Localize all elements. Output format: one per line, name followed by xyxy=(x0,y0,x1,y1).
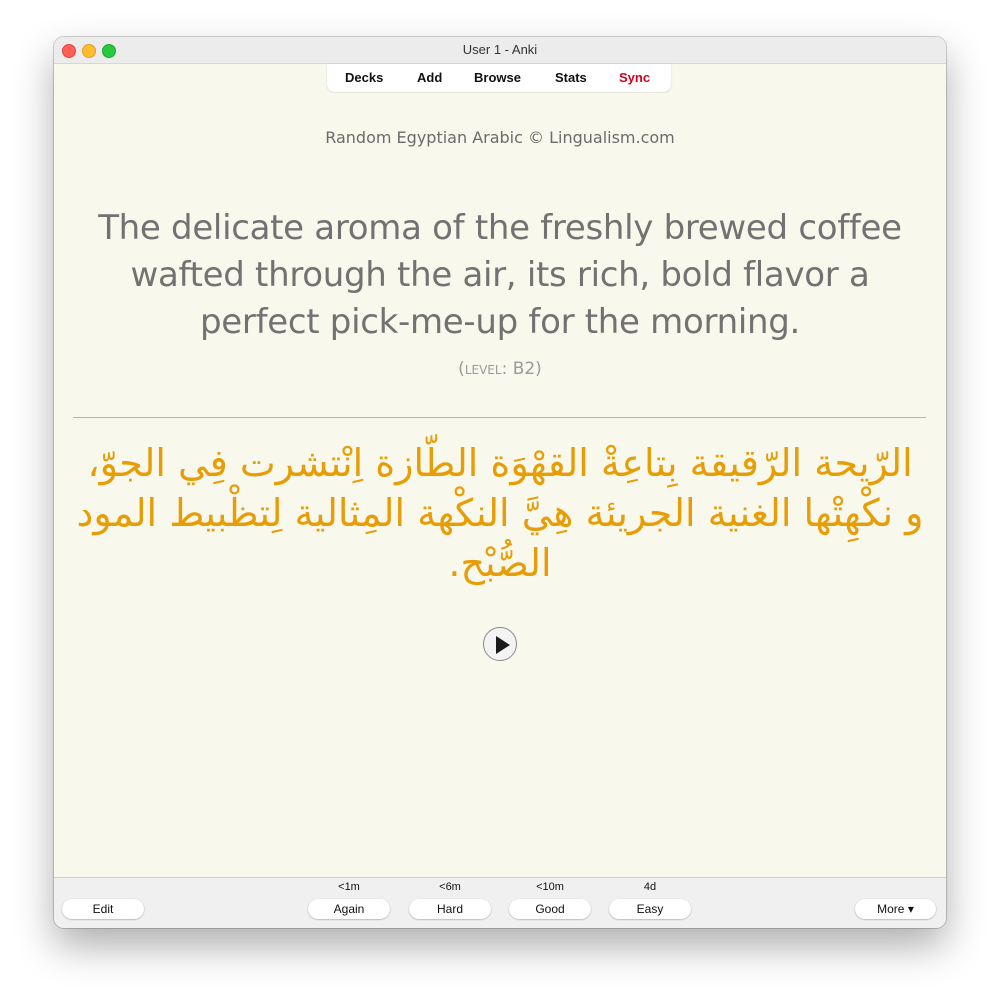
main-toolbar: Decks Add Browse Stats Sync xyxy=(327,64,671,92)
browse-button[interactable]: Browse xyxy=(474,70,521,85)
deck-title: Random Egyptian Arabic © Lingualism.com xyxy=(325,128,675,147)
good-interval: <10m xyxy=(536,881,564,893)
card-review-area: Random Egyptian Arabic © Lingualism.com … xyxy=(54,93,946,877)
again-button[interactable]: Again xyxy=(308,899,390,919)
good-button[interactable]: Good xyxy=(509,899,591,919)
level-word: level xyxy=(464,359,502,379)
anki-window: User 1 - Anki Decks Add Browse Stats Syn… xyxy=(54,37,946,928)
easy-interval: 4d xyxy=(643,881,657,893)
english-sentence: The delicate aroma of the freshly brewed… xyxy=(98,208,902,342)
stats-button[interactable]: Stats xyxy=(555,70,587,85)
edit-button[interactable]: Edit xyxy=(62,899,144,919)
window-title: User 1 - Anki xyxy=(462,42,538,57)
level-label: (level: B2) xyxy=(54,359,946,379)
add-button[interactable]: Add xyxy=(417,70,442,85)
level-value: : B2) xyxy=(501,359,542,379)
title-bar: User 1 - Anki xyxy=(54,37,946,64)
front-back-divider xyxy=(73,417,926,418)
answer-bar: Edit <1m Again <6m Hard <10m Good 4d Eas… xyxy=(54,877,946,928)
more-button[interactable]: More ▾ xyxy=(855,899,936,919)
arabic-sentence: الرّيحة الرّقيقة بِتاعِةْ القهْوَة الطّا… xyxy=(76,441,924,585)
level-open: ( xyxy=(458,359,465,379)
hard-button[interactable]: Hard xyxy=(409,899,491,919)
hard-interval: <6m xyxy=(439,881,461,893)
again-interval: <1m xyxy=(338,881,360,893)
sync-button[interactable]: Sync xyxy=(619,70,650,85)
play-icon xyxy=(496,636,510,654)
decks-button[interactable]: Decks xyxy=(345,70,383,85)
easy-button[interactable]: Easy xyxy=(609,899,691,919)
play-audio-button[interactable] xyxy=(483,627,517,661)
